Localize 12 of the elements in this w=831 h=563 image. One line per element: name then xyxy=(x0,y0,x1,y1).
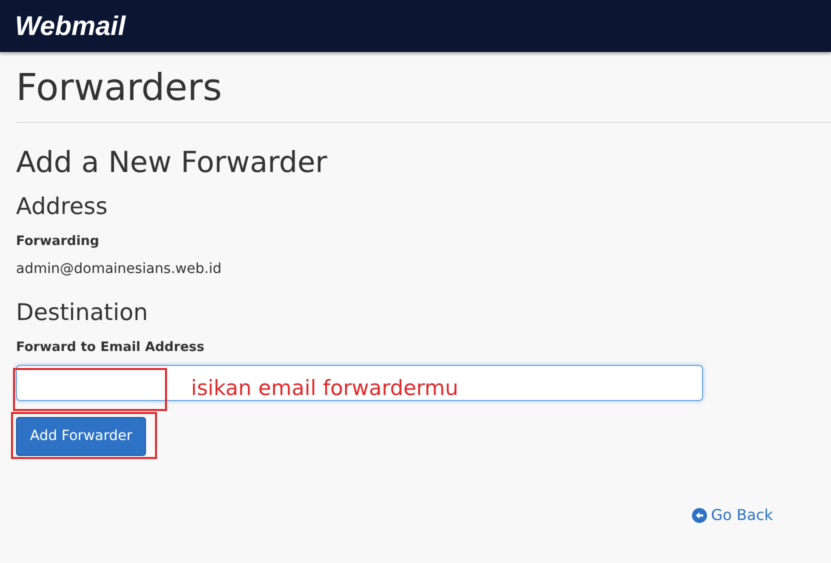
field-label: Forwarding xyxy=(16,232,100,251)
email-input-field[interactable] xyxy=(16,365,703,402)
page-title: Forwarders xyxy=(16,66,224,110)
section-title: Add a New Forwarder xyxy=(16,145,328,180)
field-label: Forward to Email Address xyxy=(16,338,206,357)
annotation-text: isikan email forwardermu xyxy=(191,375,458,402)
section-heading: Destination xyxy=(16,300,149,328)
section-heading: Address xyxy=(16,194,109,222)
forwarding-address: admin@domainesians.web.id xyxy=(16,260,222,280)
webmail-logo: Webmail xyxy=(15,10,126,43)
add-forwarder-button[interactable]: Add Forwarder xyxy=(16,417,146,456)
go-back-link[interactable]: Go Back xyxy=(692,504,773,527)
